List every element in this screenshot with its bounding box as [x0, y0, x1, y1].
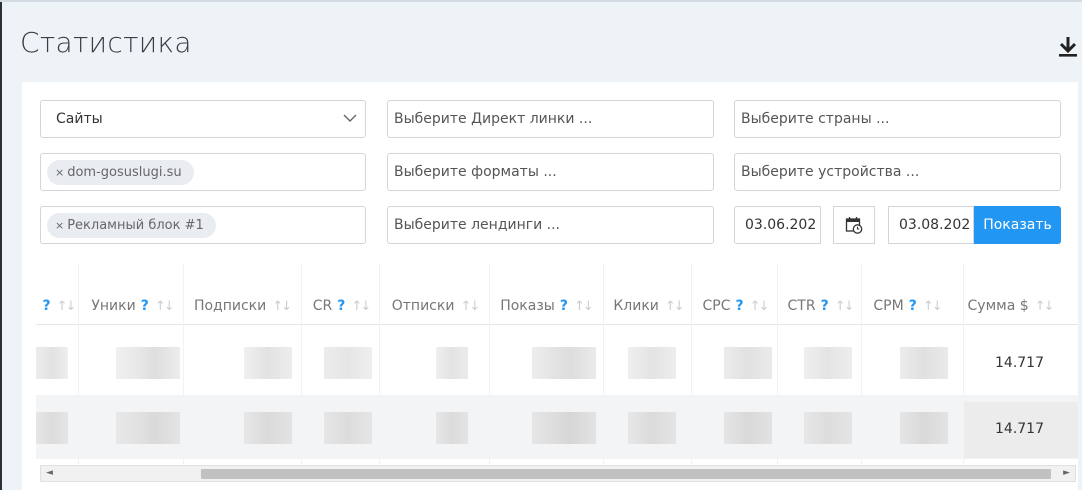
countries-input[interactable]: Выберите страны ... — [734, 100, 1061, 138]
redacted-cell — [436, 412, 468, 444]
col-header-label: CPC — [702, 298, 731, 314]
sites-multiselect[interactable]: × dom-gosuslugi.su — [40, 153, 366, 191]
scroll-right-arrow[interactable]: ► — [1063, 468, 1070, 478]
type-select[interactable]: Сайты — [40, 100, 366, 138]
redacted-cell — [532, 412, 596, 444]
formats-input[interactable]: Выберите форматы ... — [387, 153, 714, 191]
sort-icon[interactable]: ↑↓ — [750, 299, 770, 314]
col-header-subscriptions[interactable]: Подписки ↑↓ — [184, 288, 300, 324]
redacted-cell — [900, 412, 948, 444]
col-header-label: CR — [312, 298, 333, 314]
window-top-edge — [0, 0, 1082, 2]
redacted-cell — [244, 347, 292, 379]
col-header-label: Отписки — [391, 298, 455, 314]
col-header-label: Уники — [91, 298, 136, 314]
redacted-cell — [804, 412, 852, 444]
chevron-down-icon — [343, 114, 357, 122]
redacted-cell — [244, 412, 292, 444]
col-header-first[interactable]: ? ↑↓ — [36, 288, 77, 324]
col-header-label: CPM — [873, 298, 904, 314]
redacted-cell — [36, 412, 68, 444]
sort-icon[interactable]: ↑↓ — [574, 299, 594, 314]
col-header-label: Показы — [500, 298, 555, 314]
show-button[interactable]: Показать — [974, 206, 1061, 244]
sort-icon[interactable]: ↑↓ — [835, 299, 855, 314]
help-icon[interactable]: ? — [821, 298, 829, 314]
header-divider — [36, 324, 1078, 325]
sort-icon[interactable]: ↑↓ — [1035, 299, 1055, 314]
devices-input[interactable]: Выберите устройства ... — [734, 153, 1061, 191]
help-icon[interactable]: ? — [337, 298, 345, 314]
calendar-button[interactable] — [833, 206, 875, 244]
horizontal-scrollbar[interactable]: ◄ ► — [40, 465, 1076, 482]
site-tag: × dom-gosuslugi.su — [47, 159, 194, 185]
download-icon[interactable] — [1056, 34, 1080, 58]
redacted-cell — [628, 412, 676, 444]
tag-remove-button[interactable]: × — [55, 219, 64, 232]
col-header-label: Подписки — [193, 298, 267, 314]
redacted-cell — [724, 412, 772, 444]
col-header-cpm[interactable]: CPM ? ↑↓ — [862, 288, 952, 324]
col-header-label: Клики — [613, 298, 659, 314]
redacted-cell — [532, 347, 596, 379]
col-header-impressions[interactable]: Показы ? ↑↓ — [490, 288, 602, 324]
redacted-cell — [116, 412, 180, 444]
col-header-uniques[interactable]: Уники ? ↑↓ — [80, 288, 184, 324]
scroll-left-arrow[interactable]: ◄ — [46, 468, 53, 478]
date-to-value: 03.08.202 — [899, 217, 971, 233]
window-left-edge — [0, 0, 2, 490]
redacted-cell — [724, 347, 772, 379]
col-header-cpc[interactable]: CPC ? ↑↓ — [692, 288, 778, 324]
date-from-value: 03.06.202 — [745, 217, 817, 233]
sort-icon[interactable]: ↑↓ — [57, 299, 77, 314]
devices-placeholder: Выберите устройства ... — [741, 164, 920, 180]
site-tag-label: dom-gosuslugi.su — [67, 164, 182, 180]
sort-icon[interactable]: ↑↓ — [351, 299, 371, 314]
tag-remove-button[interactable]: × — [55, 166, 64, 179]
redacted-cell — [324, 412, 372, 444]
sort-icon[interactable]: ↑↓ — [665, 299, 685, 314]
countries-placeholder: Выберите страны ... — [741, 111, 890, 127]
stats-panel: Сайты Выберите Директ линки ... Выберите… — [22, 82, 1078, 490]
help-icon[interactable]: ? — [909, 298, 917, 314]
sort-icon[interactable]: ↑↓ — [155, 299, 175, 314]
page-title: Статистика — [20, 26, 192, 59]
scroll-thumb[interactable] — [201, 469, 1051, 479]
redacted-cell — [900, 347, 948, 379]
ad-block-tag-label: Рекламный блок #1 — [67, 217, 204, 233]
col-header-label: CTR — [787, 298, 816, 314]
redacted-cell — [804, 347, 852, 379]
sum-cell: 14.717 — [995, 421, 1044, 437]
direct-links-placeholder: Выберите Директ линки ... — [394, 111, 593, 127]
help-icon[interactable]: ? — [736, 298, 744, 314]
type-select-value: Сайты — [56, 111, 103, 127]
redacted-cell — [436, 347, 468, 379]
help-icon[interactable]: ? — [560, 298, 568, 314]
col-header-cr[interactable]: CR ? ↑↓ — [302, 288, 380, 324]
date-to-input[interactable]: 03.08.202 — [888, 206, 974, 244]
help-icon[interactable]: ? — [141, 298, 149, 314]
direct-links-input[interactable]: Выберите Директ линки ... — [387, 100, 714, 138]
redacted-cell — [116, 347, 180, 379]
help-icon[interactable]: ? — [43, 298, 51, 314]
landings-input[interactable]: Выберите лендинги ... — [387, 206, 714, 244]
col-header-sum[interactable]: Сумма $ ↑↓ — [960, 288, 1060, 324]
redacted-cell — [36, 347, 68, 379]
col-header-label: Сумма $ — [967, 298, 1029, 314]
landings-placeholder: Выберите лендинги ... — [394, 217, 561, 233]
formats-placeholder: Выберите форматы ... — [394, 164, 557, 180]
redacted-cell — [628, 347, 676, 379]
col-header-ctr[interactable]: CTR ? ↑↓ — [778, 288, 862, 324]
calendar-clock-icon — [845, 217, 863, 234]
sort-icon[interactable]: ↑↓ — [460, 299, 480, 314]
date-from-input[interactable]: 03.06.202 — [734, 206, 821, 244]
sort-icon[interactable]: ↑↓ — [272, 299, 292, 314]
col-header-unsubscribes[interactable]: Отписки ↑↓ — [380, 288, 490, 324]
sort-icon[interactable]: ↑↓ — [923, 299, 943, 314]
col-header-clicks[interactable]: Клики ↑↓ — [604, 288, 692, 324]
ad-block-tag: × Рекламный блок #1 — [47, 212, 216, 238]
ad-blocks-multiselect[interactable]: × Рекламный блок #1 — [40, 206, 366, 244]
redacted-cell — [324, 347, 372, 379]
sum-cell: 14.717 — [995, 355, 1044, 371]
